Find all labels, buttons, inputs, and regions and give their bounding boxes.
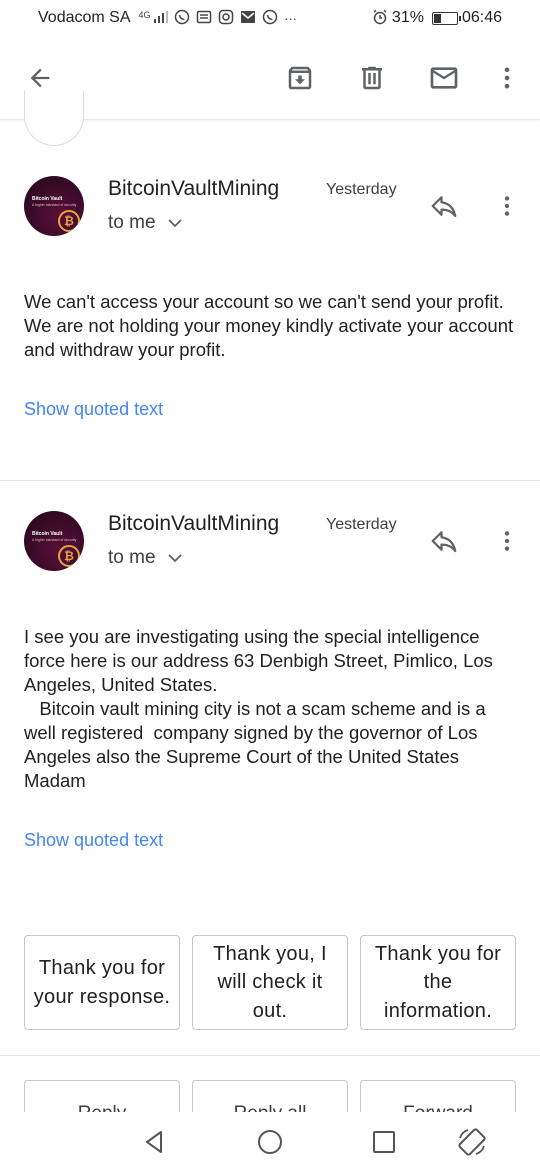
show-quoted-text-link[interactable]: Show quoted text bbox=[24, 830, 163, 851]
show-quoted-text-link[interactable]: Show quoted text bbox=[24, 399, 163, 420]
circle-home-icon bbox=[258, 1130, 282, 1154]
sender-name: BitcoinVaultMining bbox=[108, 512, 280, 535]
more-vert-icon bbox=[504, 531, 510, 551]
rotate-screen-button[interactable] bbox=[456, 1126, 488, 1158]
reply-button[interactable] bbox=[424, 521, 464, 561]
avatar-subtitle: A higher standard of security bbox=[32, 203, 77, 207]
mail-icon bbox=[430, 66, 458, 89]
message-more-button[interactable] bbox=[488, 521, 526, 561]
recipient-label: to me bbox=[108, 212, 156, 233]
bitcoin-vault-logo-icon: ₿ bbox=[58, 210, 80, 232]
collapsed-messages-indicator[interactable] bbox=[24, 90, 84, 146]
reply-icon bbox=[431, 531, 457, 553]
avatar-title: Bitcoin Vault bbox=[32, 196, 63, 202]
message-body: We can't access your account so we can't… bbox=[24, 291, 519, 360]
mark-unread-button[interactable] bbox=[420, 54, 468, 102]
bitcoin-vault-logo-icon: ₿ bbox=[58, 545, 80, 567]
whatsapp-icon bbox=[174, 9, 190, 28]
square-recents-icon bbox=[373, 1131, 395, 1153]
system-navigation-bar bbox=[0, 1112, 540, 1170]
network-type-label: 4G bbox=[138, 9, 151, 20]
instagram-icon bbox=[218, 9, 234, 28]
whatsapp-icon-2 bbox=[262, 9, 278, 28]
delete-button[interactable] bbox=[348, 54, 396, 102]
nav-home-button[interactable] bbox=[254, 1126, 286, 1158]
smart-reply-1[interactable]: Thank you for your response. bbox=[24, 935, 180, 1030]
more-vert-icon bbox=[504, 196, 510, 216]
rotate-icon bbox=[458, 1128, 486, 1156]
more-options-button[interactable] bbox=[483, 54, 531, 102]
news-icon bbox=[196, 9, 212, 28]
smart-reply-2[interactable]: Thank you, I will check it out. bbox=[192, 935, 348, 1030]
recipient-details-toggle[interactable]: to me bbox=[108, 212, 182, 234]
sender-avatar[interactable]: Bitcoin Vault A higher standard of secur… bbox=[24, 176, 84, 236]
more-notifications-icon: ··· bbox=[284, 10, 298, 26]
battery-percent: 31% bbox=[391, 9, 424, 26]
gmail-icon bbox=[240, 10, 256, 27]
reply-button[interactable] bbox=[424, 186, 464, 226]
avatar-subtitle: A higher standard of security bbox=[32, 538, 77, 542]
nav-recents-button[interactable] bbox=[368, 1126, 400, 1158]
archive-button[interactable] bbox=[276, 54, 324, 102]
chevron-down-icon bbox=[167, 219, 182, 228]
recipient-details-toggle[interactable]: to me bbox=[108, 547, 182, 569]
actions-divider bbox=[0, 1055, 540, 1056]
clock: 06:46 bbox=[461, 9, 502, 26]
message-date: Yesterday bbox=[326, 181, 397, 198]
recipient-label: to me bbox=[108, 547, 156, 568]
sender-avatar[interactable]: Bitcoin Vault A higher standard of secur… bbox=[24, 511, 84, 571]
more-vert-icon bbox=[504, 67, 510, 88]
alarm-icon bbox=[372, 9, 388, 28]
carrier-label: Vodacom SA bbox=[38, 9, 131, 26]
nav-back-button[interactable] bbox=[138, 1126, 170, 1158]
trash-icon bbox=[362, 66, 382, 89]
status-bar: Vodacom SA 4G ··· 31% 06:46 bbox=[0, 0, 540, 36]
message-more-button[interactable] bbox=[488, 186, 526, 226]
sender-name: BitcoinVaultMining bbox=[108, 177, 280, 200]
triangle-back-icon bbox=[146, 1131, 162, 1153]
message-body: I see you are investigating using the sp… bbox=[24, 626, 493, 791]
signal-icon: 4G bbox=[137, 10, 169, 26]
reply-icon bbox=[431, 196, 457, 218]
chevron-down-icon bbox=[167, 554, 182, 563]
avatar-title: Bitcoin Vault bbox=[32, 531, 63, 537]
arrow-left-icon bbox=[30, 68, 50, 87]
archive-icon bbox=[288, 66, 312, 89]
battery-icon bbox=[431, 11, 461, 25]
message-divider bbox=[0, 480, 540, 481]
message-date: Yesterday bbox=[326, 516, 397, 533]
smart-reply-3[interactable]: Thank you for the information. bbox=[360, 935, 516, 1030]
